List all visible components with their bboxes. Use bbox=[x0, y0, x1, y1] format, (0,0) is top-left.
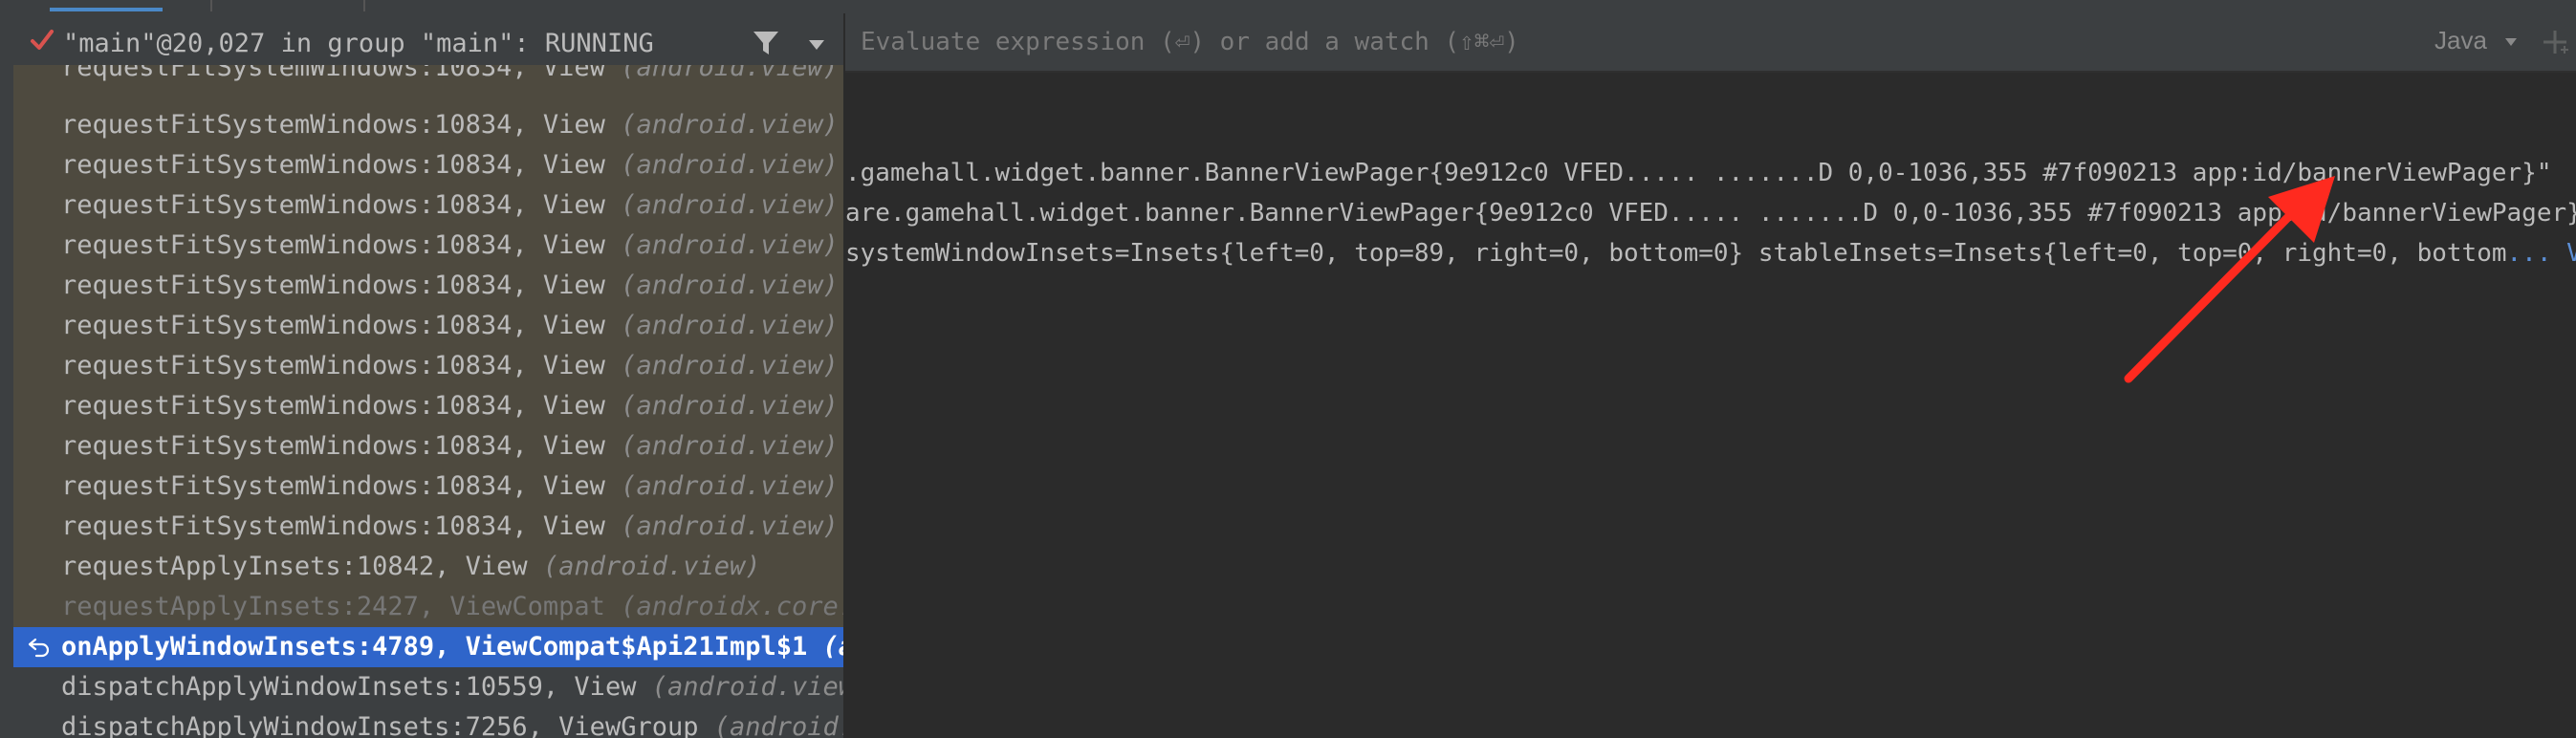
stack-frame[interactable]: dispatchApplyWindowInsets:10559, View (a… bbox=[13, 667, 843, 707]
frame-text: requestFitSystemWindows:10834, View (and… bbox=[61, 306, 839, 346]
stack-frame[interactable]: dispatchApplyWindowInsets:7256, ViewGrou… bbox=[13, 707, 843, 738]
thread-label: "main"@20,027 in group "main": RUNNING bbox=[63, 29, 654, 58]
caret-down-icon[interactable] bbox=[2505, 38, 2517, 46]
frame-package: (android.view) bbox=[621, 230, 839, 260]
frames-panel: "main"@20,027 in group "main": RUNNING r… bbox=[13, 13, 845, 738]
debugger-window: "main"@20,027 in group "main": RUNNING r… bbox=[0, 0, 2576, 738]
frame-package: (android.view) bbox=[621, 271, 839, 300]
chevron-down-icon[interactable] bbox=[807, 38, 826, 52]
frame-package: (android.vi bbox=[713, 712, 843, 738]
frame-package: (android.view) bbox=[542, 552, 761, 581]
stack-frame[interactable]: requestApplyInsets:10842, View (android.… bbox=[13, 547, 843, 587]
stack-frame[interactable]: requestFitSystemWindows:10834, View (and… bbox=[13, 426, 843, 467]
frame-package: (and bbox=[822, 632, 843, 662]
frame-text: requestFitSystemWindows:10834, View (and… bbox=[61, 226, 839, 266]
frame-text: requestFitSystemWindows:10834, View (and… bbox=[61, 426, 839, 467]
frame-text: dispatchApplyWindowInsets:10559, View (a… bbox=[61, 667, 843, 707]
frame-method: onApplyWindowInsets:4789, ViewCompat$Api… bbox=[61, 632, 808, 662]
evaluate-bar: Java bbox=[845, 13, 2576, 73]
stack-frame[interactable]: requestFitSystemWindows:10834, View (and… bbox=[13, 145, 843, 185]
stack-frame[interactable]: requestFitSystemWindows:10834, View (and… bbox=[13, 346, 843, 386]
stack-frame[interactable]: requestFitSystemWindows:10834, View (and… bbox=[13, 467, 843, 507]
frame-text: onApplyWindowInsets:4789, ViewCompat$Api… bbox=[61, 627, 843, 667]
frame-method: requestFitSystemWindows:10834, View bbox=[61, 391, 605, 421]
stack-frame[interactable]: requestFitSystemWindows:10834, View (and… bbox=[13, 507, 843, 547]
frame-package: (android.view) bbox=[621, 110, 839, 140]
active-tab-underline bbox=[50, 8, 163, 11]
stack-frame-selected[interactable]: onApplyWindowInsets:4789, ViewCompat$Api… bbox=[13, 627, 843, 667]
frame-package: (android.view) bbox=[621, 511, 839, 541]
frame-text: requestFitSystemWindows:10834, View (and… bbox=[61, 266, 839, 306]
frame-package: (android.view) bbox=[621, 311, 839, 340]
frame-text: requestFitSystemWindows:10834, View (and… bbox=[61, 346, 839, 386]
stack-frame[interactable]: requestFitSystemWindows:10834, View (and… bbox=[13, 65, 843, 105]
frame-package: (android.view) bbox=[651, 672, 843, 702]
frame-text: requestFitSystemWindows:10834, View (and… bbox=[61, 185, 839, 226]
frame-text: requestApplyInsets:2427, ViewCompat (and… bbox=[61, 587, 843, 627]
frame-package: (android.view) bbox=[621, 150, 839, 180]
tab-separator bbox=[363, 0, 365, 11]
stack-frame[interactable]: requestFitSystemWindows:10834, View (and… bbox=[13, 226, 843, 266]
frame-text: dispatchApplyWindowInsets:7256, ViewGrou… bbox=[61, 707, 843, 738]
frame-method: requestFitSystemWindows:10834, View bbox=[61, 110, 605, 140]
frame-method: requestFitSystemWindows:10834, View bbox=[61, 431, 605, 461]
frame-method: requestFitSystemWindows:10834, View bbox=[61, 311, 605, 340]
frame-text: requestFitSystemWindows:10834, View (and… bbox=[61, 145, 839, 185]
stack-frame[interactable]: requestFitSystemWindows:10834, View (and… bbox=[13, 386, 843, 426]
check-icon bbox=[31, 30, 54, 50]
red-arrow bbox=[2124, 176, 2335, 383]
evaluate-expression-input[interactable] bbox=[861, 25, 2199, 59]
frame-method: requestFitSystemWindows:10834, View bbox=[61, 351, 605, 380]
filter-icon[interactable] bbox=[752, 29, 780, 57]
debugger-tab-bar bbox=[0, 0, 2576, 13]
plus-icon[interactable] bbox=[2540, 27, 2570, 57]
frame-package: (android.view) bbox=[621, 190, 839, 220]
frame-method: requestFitSystemWindows:10834, View bbox=[61, 271, 605, 300]
tab-separator bbox=[210, 0, 212, 11]
frame-method: requestFitSystemWindows:10834, View bbox=[61, 190, 605, 220]
stack-frame[interactable]: requestFitSystemWindows:10834, View (and… bbox=[13, 266, 843, 306]
frame-method: requestApplyInsets:2427, ViewCompat bbox=[61, 592, 605, 621]
frame-package: (android.view) bbox=[621, 471, 839, 501]
frame-method: requestApplyInsets:10842, View bbox=[61, 552, 528, 581]
frame-text: requestApplyInsets:10842, View (android.… bbox=[61, 547, 761, 587]
return-arrow-icon bbox=[28, 638, 50, 658]
frame-package: (android.view) bbox=[621, 391, 839, 421]
frame-package: (androidx.core.v bbox=[621, 592, 843, 621]
frame-text: requestFitSystemWindows:10834, View (and… bbox=[61, 507, 839, 547]
frame-text: requestFitSystemWindows:10834, View (and… bbox=[61, 386, 839, 426]
frame-package: (android.view) bbox=[621, 65, 839, 82]
frame-method: requestFitSystemWindows:10834, View bbox=[61, 471, 605, 501]
frame-package: (android.view) bbox=[621, 431, 839, 461]
stack-frame[interactable]: requestFitSystemWindows:10834, View (and… bbox=[13, 105, 843, 145]
frame-text: requestFitSystemWindows:10834, View (and… bbox=[61, 467, 839, 507]
frame-list: requestFitSystemWindows:10834, View (and… bbox=[13, 65, 843, 738]
frame-method: requestFitSystemWindows:10834, View bbox=[61, 230, 605, 260]
expand-ellipsis-link[interactable]: ... V bbox=[2507, 239, 2576, 268]
stack-frame[interactable]: requestFitSystemWindows:10834, View (and… bbox=[13, 185, 843, 226]
frame-package: (android.view) bbox=[621, 351, 839, 380]
stack-frame[interactable]: requestApplyInsets:2427, ViewCompat (and… bbox=[13, 587, 843, 627]
frame-method: dispatchApplyWindowInsets:7256, ViewGrou… bbox=[61, 712, 699, 738]
language-select[interactable]: Java bbox=[2434, 25, 2487, 55]
frame-text: requestFitSystemWindows:10834, View (and… bbox=[61, 65, 839, 88]
frame-method: requestFitSystemWindows:10834, View bbox=[61, 511, 605, 541]
stack-frame[interactable]: requestFitSystemWindows:10834, View (and… bbox=[13, 306, 843, 346]
frame-text: requestFitSystemWindows:10834, View (and… bbox=[61, 105, 839, 145]
frame-method: dispatchApplyWindowInsets:10559, View bbox=[61, 672, 637, 702]
frame-method: requestFitSystemWindows:10834, View bbox=[61, 150, 605, 180]
frame-method: requestFitSystemWindows:10834, View bbox=[61, 65, 605, 82]
